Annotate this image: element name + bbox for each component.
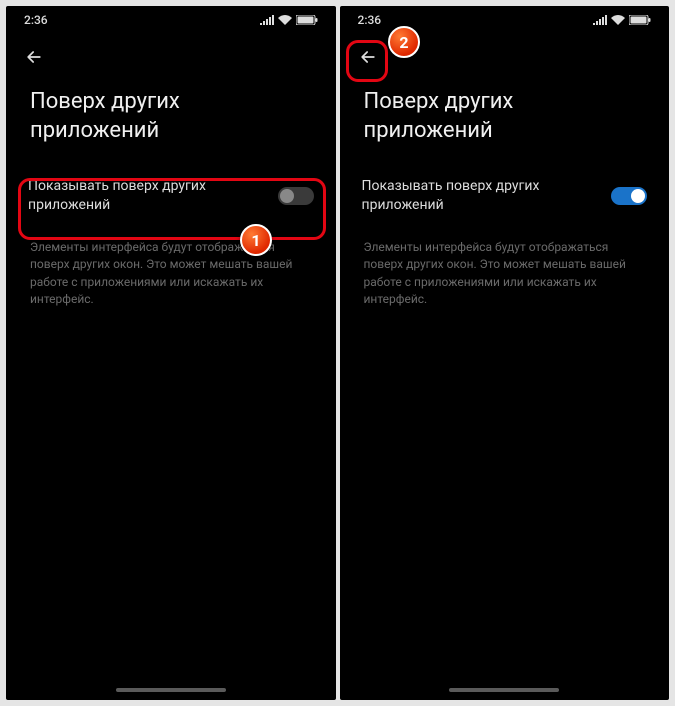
phone-screen-right: 2:36 Поверх других приложений Показывать… (340, 6, 670, 700)
nav-indicator[interactable] (116, 688, 226, 692)
overlay-permission-label: Показывать поверх других приложений (28, 177, 262, 215)
phone-screen-left: 2:36 Поверх других приложений Показывать… (6, 6, 336, 700)
overlay-description: Элементы интерфейса будут отображаться п… (340, 229, 670, 309)
battery-icon (629, 15, 651, 25)
status-bar: 2:36 (6, 6, 336, 34)
back-arrow-icon (24, 47, 44, 67)
dual-phone-container: 2:36 Поверх других приложений Показывать… (0, 0, 675, 706)
status-time: 2:36 (358, 13, 382, 27)
toggle-knob (631, 189, 645, 203)
signal-icon (260, 15, 274, 25)
top-bar (340, 34, 670, 80)
overlay-toggle[interactable] (278, 187, 314, 205)
nav-indicator[interactable] (449, 688, 559, 692)
overlay-description: Элементы интерфейса будут отображаться п… (6, 229, 336, 309)
toggle-knob (280, 189, 294, 203)
overlay-toggle[interactable] (611, 187, 647, 205)
overlay-permission-row[interactable]: Показывать поверх других приложений (340, 163, 670, 229)
page-title: Поверх других приложений (340, 80, 670, 163)
wifi-icon (278, 15, 292, 25)
battery-icon (296, 15, 318, 25)
signal-icon (593, 15, 607, 25)
back-arrow-icon (358, 47, 378, 67)
status-icons (260, 15, 318, 25)
status-time: 2:36 (24, 13, 48, 27)
top-bar (6, 34, 336, 80)
page-title: Поверх других приложений (6, 80, 336, 163)
overlay-permission-row[interactable]: Показывать поверх других приложений (6, 163, 336, 229)
wifi-icon (611, 15, 625, 25)
back-button[interactable] (354, 43, 382, 71)
status-bar: 2:36 (340, 6, 670, 34)
overlay-permission-label: Показывать поверх других приложений (362, 177, 596, 215)
status-icons (593, 15, 651, 25)
back-button[interactable] (20, 43, 48, 71)
